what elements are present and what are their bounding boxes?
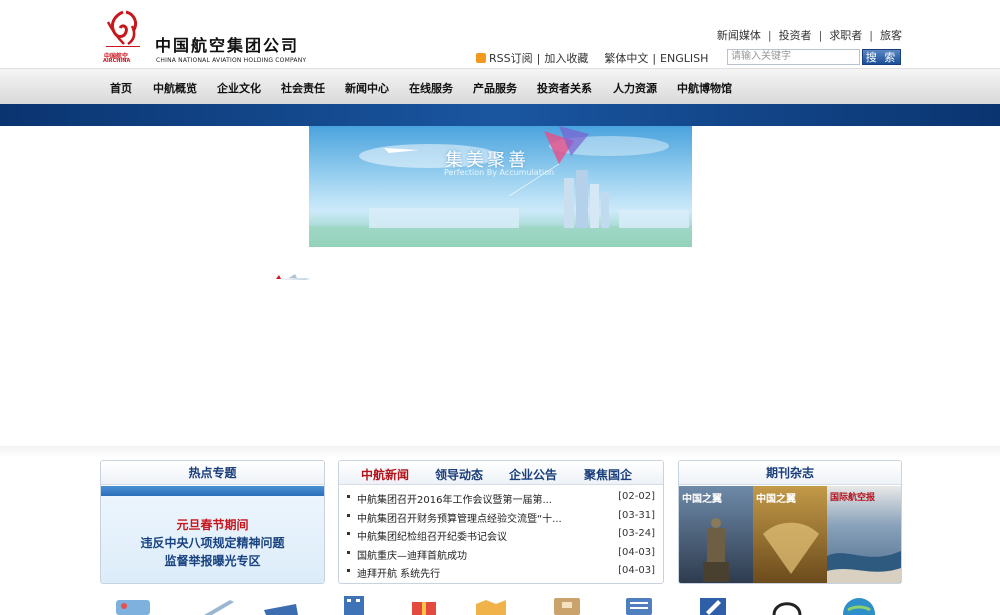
map-icon[interactable] (472, 596, 510, 615)
hot-topic-line-1: 元旦春节期间 (176, 518, 249, 532)
hero-banner[interactable]: 集美聚善 Perfection By Accumulation (309, 126, 692, 247)
nav-item-museum[interactable]: 中航博物馆 (677, 80, 753, 96)
main-nav: 首页 中航概览 企业文化 社会责任 新闻中心 在线服务 产品服务 投资者关系 人力资源 中航博物馆 (0, 68, 1000, 104)
banner-area: 集美聚善 Perfection By Accumulation (0, 126, 1000, 446)
traditional-chinese-link[interactable]: 繁体中文 (604, 52, 648, 65)
nav-item-news[interactable]: 新闻中心 (345, 80, 409, 96)
nav-item-home[interactable]: 首页 (110, 80, 153, 96)
hot-topics-title: 热点专题 (101, 461, 324, 485)
card-icon[interactable] (114, 596, 152, 615)
utility-links: RSS订阅 | 加入收藏 繁体中文 | ENGLISH (476, 50, 708, 66)
top-link-investors[interactable]: 投资者 (779, 29, 812, 42)
list-item[interactable]: 国航重庆—迪拜首航成功 [04-03] (347, 545, 655, 564)
tab-focus-soe[interactable]: 聚焦国企 (584, 466, 632, 483)
tab-leadership[interactable]: 领导动态 (435, 466, 483, 483)
fan-illustration (763, 522, 819, 574)
logo-text-en: AIRCHINA (103, 58, 131, 64)
magazines-panel: 期刊杂志 中国之翼 中国之翼 国际航空报 (678, 460, 902, 584)
city-skyline-illustration (309, 126, 692, 247)
news-title[interactable]: 中航集团召开财务预算管理点经验交流暨“十... (357, 510, 562, 525)
magazine-title: 中国之翼 (756, 494, 796, 505)
news-date: [03-24] (618, 528, 655, 540)
ticket-icon[interactable] (262, 596, 300, 615)
news-list: 中航集团召开2016年工作会议暨第一届第... [02-02] 中航集团召开财务预… (347, 489, 655, 582)
list-item[interactable]: 中航集团纪检组召开纪委书记会议 [03-24] (347, 526, 655, 545)
headset-icon[interactable] (768, 596, 806, 615)
tab-company-news[interactable]: 中航新闻 (361, 466, 409, 483)
list-item[interactable]: 中航集团召开2016年工作会议暨第一届第... [02-02] (347, 489, 655, 508)
top-link-passengers[interactable]: 旅客 (880, 29, 902, 42)
hot-topics-panel: 热点专题 元旦春节期间 违反中央八项规定精神问题 监督举报曝光专区 (100, 460, 325, 584)
news-date: [03-31] (618, 509, 655, 521)
audience-links: 新闻媒体 | 投资者 | 求职者 | 旅客 (717, 27, 902, 43)
magazine-cover-3[interactable]: 国际航空报 (827, 486, 901, 583)
news-title[interactable]: 中航集团召开2016年工作会议暨第一届第... (357, 491, 552, 506)
page-header: 中国航空 AIRCHINA 中国航空集团公司 CHINA NATIONAL AV… (0, 0, 1000, 68)
nav-item-culture[interactable]: 企业文化 (217, 80, 281, 96)
bullet (347, 532, 350, 536)
company-logo[interactable]: 中国航空 AIRCHINA 中国航空集团公司 CHINA NATIONAL AV… (100, 8, 320, 66)
bullet (347, 569, 350, 573)
separator: | (818, 29, 823, 42)
nav-item-products[interactable]: 产品服务 (473, 80, 537, 96)
magazines-title: 期刊杂志 (679, 461, 901, 485)
rss-icon[interactable] (476, 53, 486, 63)
globe-icon[interactable] (840, 596, 878, 615)
document-icon[interactable] (620, 596, 658, 615)
company-name-cn: 中国航空集团公司 (155, 36, 300, 55)
search-input[interactable]: 请输入关键字 (727, 49, 860, 65)
bullet (347, 550, 350, 554)
search-button[interactable]: 搜 索 (862, 49, 901, 65)
airplane-wing-icon[interactable] (200, 596, 238, 615)
magazine-title: 国际航空报 (830, 493, 876, 503)
tab-announcements[interactable]: 企业公告 (509, 466, 557, 483)
magazine-cover-1[interactable]: 中国之翼 (679, 486, 753, 583)
news-title[interactable]: 中航集团纪检组召开纪委书记会议 (357, 528, 507, 543)
news-date: [04-03] (618, 565, 655, 577)
company-name-en: CHINA NATIONAL AVIATION HOLDING COMPANY (156, 57, 307, 64)
bullet (347, 513, 350, 517)
nav-item-overview[interactable]: 中航概览 (153, 80, 217, 96)
banner-subtitle: Perfection By Accumulation (444, 168, 555, 177)
airplane-icon (275, 274, 311, 280)
rss-link[interactable]: RSS订阅 (489, 52, 533, 65)
edit-icon[interactable] (694, 596, 732, 615)
nav-item-investor-relations[interactable]: 投资者关系 (537, 80, 613, 96)
separator: | (869, 29, 873, 42)
list-item[interactable]: 迪拜开航 系统先行 [04-03] (347, 563, 655, 582)
nav-item-online-service[interactable]: 在线服务 (409, 80, 473, 96)
magazine-cover-2[interactable]: 中国之翼 (753, 486, 827, 583)
list-item[interactable]: 中航集团召开财务预算管理点经验交流暨“十... [03-31] (347, 508, 655, 527)
gift-icon[interactable] (404, 596, 442, 615)
hot-topic-line-2: 违反中央八项规定精神问题 (140, 536, 285, 550)
section-divider (0, 446, 1000, 458)
nav-item-responsibility[interactable]: 社会责任 (281, 80, 345, 96)
news-panel: 中航新闻 领导动态 企业公告 聚焦国企 中航集团召开2016年工作会议暨第一届第… (338, 460, 664, 584)
magazine-title: 中国之翼 (682, 494, 722, 505)
top-link-media[interactable]: 新闻媒体 (717, 29, 761, 42)
box-icon[interactable] (548, 596, 586, 615)
news-title[interactable]: 国航重庆—迪拜首航成功 (357, 547, 467, 562)
news-tabs: 中航新闻 领导动态 企业公告 聚焦国企 (339, 461, 663, 485)
hot-topic-banner[interactable]: 元旦春节期间 违反中央八项规定精神问题 监督举报曝光专区 (101, 486, 324, 583)
news-date: [02-02] (618, 491, 655, 502)
nav-decor-band (0, 104, 1000, 126)
news-date: [04-03] (618, 546, 655, 558)
separator: | (767, 29, 772, 42)
top-link-jobseekers[interactable]: 求职者 (829, 29, 862, 42)
hot-topic-line-3: 监督举报曝光专区 (164, 554, 261, 568)
banner-band (101, 486, 324, 496)
favorite-link[interactable]: 加入收藏 (544, 52, 588, 65)
news-title[interactable]: 迪拜开航 系统先行 (357, 565, 440, 580)
separator: | (652, 52, 657, 65)
statue-illustration (703, 518, 729, 582)
coastline-illustration (827, 551, 901, 583)
building-icon[interactable] (334, 596, 372, 615)
english-link[interactable]: ENGLISH (660, 52, 708, 65)
nav-item-hr[interactable]: 人力资源 (613, 80, 677, 96)
separator: | (536, 52, 541, 65)
bullet (347, 495, 350, 498)
